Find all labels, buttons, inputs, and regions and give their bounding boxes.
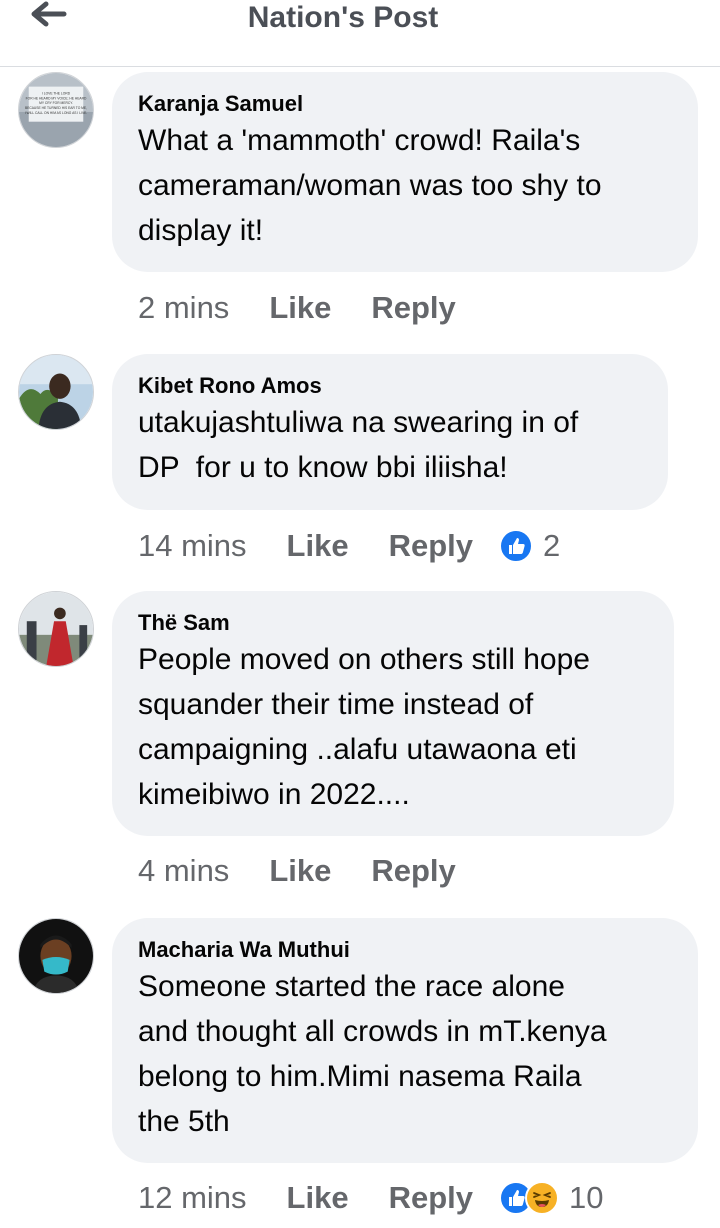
reaction-count: 2 (543, 528, 561, 563)
avatar[interactable] (18, 591, 94, 667)
like-button[interactable]: Like (269, 290, 331, 326)
comment-text: People moved on others still hope squand… (138, 643, 590, 811)
comment-time[interactable]: 2 mins (138, 290, 229, 326)
comment-bubble[interactable]: Thë Sam People moved on others still hop… (112, 591, 674, 836)
avatar-caption-line: FOR HE HEARD MY VOICE; HE HEARD (26, 96, 87, 100)
comment-actions: 2 mins Like Reply (138, 288, 496, 328)
avatar-image: I LOVE THE LORD FOR HE HEARD MY VOICE; H… (19, 73, 93, 147)
avatar-caption-line: I LOVE THE LORD (42, 91, 71, 95)
comment-time[interactable]: 12 mins (138, 1180, 247, 1216)
comment-text: utakujashtuliwa na swearing in of DP for… (138, 406, 579, 484)
like-button[interactable]: Like (269, 853, 331, 889)
avatar-caption-line: I WILL CALL ON HIM AS LONG AS I LIVE. (25, 111, 88, 115)
avatar-caption-line: MY CRY FOR MERCY. (39, 101, 73, 105)
reply-button[interactable]: Reply (389, 528, 473, 564)
reaction-summary[interactable]: 2 (499, 528, 560, 564)
avatar-image (19, 355, 93, 429)
comment-author[interactable]: Kibet Rono Amos (138, 372, 642, 400)
comment-time[interactable]: 14 mins (138, 528, 247, 564)
top-bar: Nation's Post (0, 0, 720, 67)
comment-author[interactable]: Thë Sam (138, 609, 648, 637)
comment-actions: 4 mins Like Reply (138, 851, 496, 891)
avatar[interactable]: I LOVE THE LORD FOR HE HEARD MY VOICE; H… (18, 72, 94, 148)
comment-bubble[interactable]: Macharia Wa Muthui Someone started the r… (112, 918, 698, 1163)
reply-button[interactable]: Reply (389, 1180, 473, 1216)
reaction-count: 10 (569, 1180, 604, 1215)
comment-bubble[interactable]: Kibet Rono Amos utakujashtuliwa na swear… (112, 354, 668, 510)
comment-text: What a 'mammoth' crowd! Raila's camerama… (138, 124, 602, 247)
like-button[interactable]: Like (287, 1180, 349, 1216)
page-title: Nation's Post (247, 1, 439, 34)
avatar-image (19, 592, 93, 666)
reaction-summary[interactable]: 10 (499, 1180, 603, 1216)
haha-reaction-icon (525, 1181, 559, 1215)
comment-actions: 14 mins Like Reply 2 (138, 526, 560, 566)
comment-bubble[interactable]: Karanja Samuel What a 'mammoth' crowd! R… (112, 72, 698, 272)
comment-text: Someone started the race alone and thoug… (138, 970, 607, 1138)
like-reaction-icon (499, 529, 533, 563)
avatar-image (19, 919, 93, 993)
avatar[interactable] (18, 354, 94, 430)
avatar-caption-line: BECAUSE HE TURNED HIS EAR TO ME, (25, 106, 87, 110)
reply-button[interactable]: Reply (371, 290, 455, 326)
reply-button[interactable]: Reply (371, 853, 455, 889)
comment-author[interactable]: Karanja Samuel (138, 90, 672, 118)
avatar[interactable] (18, 918, 94, 994)
comment-author[interactable]: Macharia Wa Muthui (138, 936, 672, 964)
comment-time[interactable]: 4 mins (138, 853, 229, 889)
like-button[interactable]: Like (287, 528, 349, 564)
comment-actions: 12 mins Like Reply 10 (138, 1178, 603, 1218)
